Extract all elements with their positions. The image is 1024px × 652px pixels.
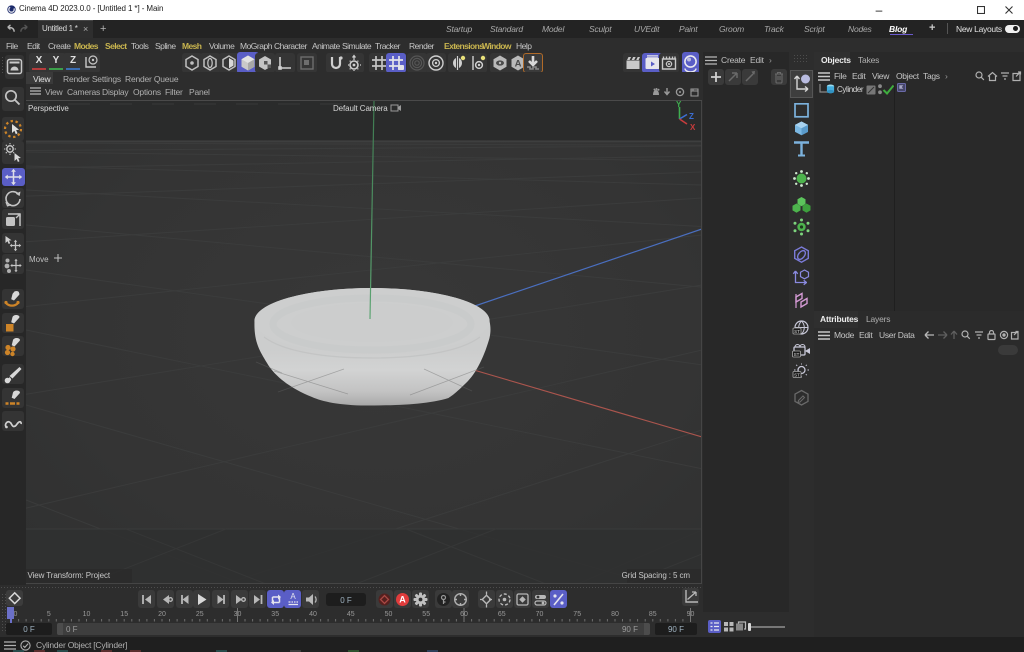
svg-text:X: X bbox=[690, 123, 696, 132]
svg-text:A: A bbox=[515, 59, 522, 70]
svg-text:80: 80 bbox=[611, 611, 619, 618]
svg-text:70: 70 bbox=[536, 611, 544, 618]
svg-text:ST: ST bbox=[794, 352, 800, 357]
svg-text:25: 25 bbox=[196, 611, 204, 618]
svg-text:15: 15 bbox=[120, 611, 128, 618]
svg-text:40: 40 bbox=[309, 611, 317, 618]
svg-text:35: 35 bbox=[271, 611, 279, 618]
svg-text:55: 55 bbox=[422, 611, 430, 618]
svg-text:Perspective: Perspective bbox=[28, 104, 69, 113]
svg-text:Z: Z bbox=[689, 112, 694, 121]
svg-text:10: 10 bbox=[83, 611, 91, 618]
svg-text:85: 85 bbox=[649, 611, 657, 618]
svg-text:Grid Spacing : 5 cm: Grid Spacing : 5 cm bbox=[622, 571, 691, 580]
svg-text:0: 0 bbox=[14, 611, 18, 618]
svg-text:Y: Y bbox=[676, 101, 682, 109]
svg-text:View Transform: Project: View Transform: Project bbox=[28, 571, 111, 580]
svg-text:ST: ST bbox=[794, 329, 800, 334]
svg-text:A: A bbox=[290, 592, 296, 601]
svg-text:Move: Move bbox=[29, 255, 49, 264]
svg-text:Default Camera: Default Camera bbox=[333, 104, 388, 113]
svg-text:45: 45 bbox=[347, 611, 355, 618]
svg-text:65: 65 bbox=[498, 611, 506, 618]
svg-text:20: 20 bbox=[158, 611, 166, 618]
svg-text:ST: ST bbox=[794, 372, 800, 377]
svg-text:A: A bbox=[399, 594, 406, 604]
svg-text:75: 75 bbox=[573, 611, 581, 618]
svg-text:5: 5 bbox=[47, 611, 51, 618]
svg-text:50: 50 bbox=[385, 611, 393, 618]
